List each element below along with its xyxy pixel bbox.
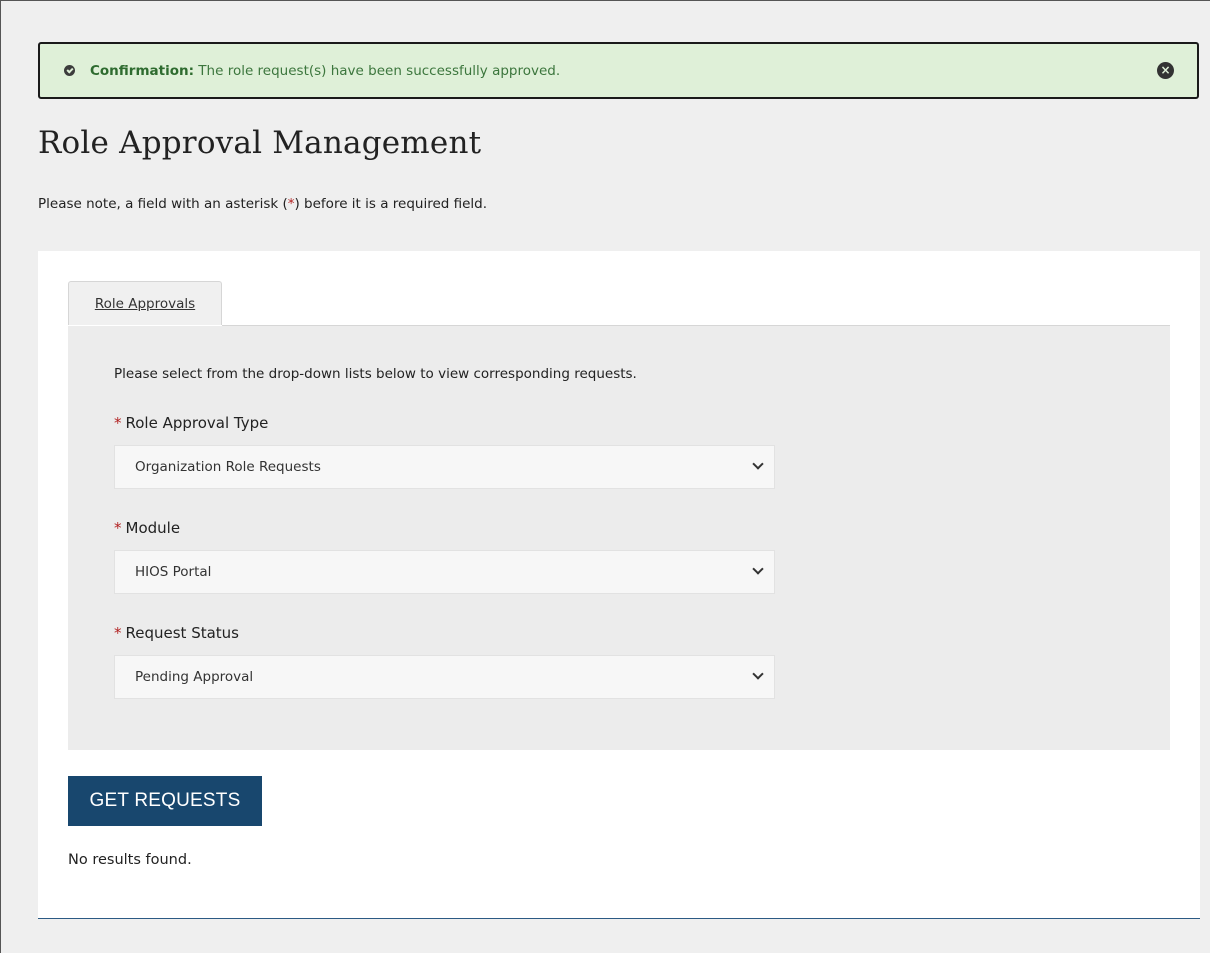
tab-label[interactable]: Role Approvals — [95, 296, 195, 312]
role-approval-type-label: * Role Approval Type — [114, 414, 269, 432]
chevron-down-icon — [752, 458, 764, 470]
select-value: Organization Role Requests — [135, 459, 321, 475]
alert-text: The role request(s) have been successful… — [194, 62, 561, 79]
page-title: Role Approval Management — [38, 125, 482, 161]
module-label: * Module — [114, 519, 181, 537]
get-requests-button[interactable]: GET REQUESTS — [68, 776, 262, 826]
note-before: Please note, a field with an asterisk ( — [38, 196, 288, 212]
request-status-select[interactable]: Pending Approval — [114, 655, 775, 699]
chevron-down-icon — [752, 563, 764, 575]
select-value: Pending Approval — [135, 669, 254, 685]
module-select[interactable]: HIOS Portal — [114, 550, 775, 594]
note-after: ) before it is a required field. — [294, 196, 488, 212]
close-circle-icon[interactable]: × — [1157, 62, 1174, 79]
role-approval-type-select[interactable]: Organization Role Requests — [114, 445, 775, 489]
main-panel: Role Approvals Please select from the dr… — [38, 251, 1200, 919]
required-note: Please note, a field with an asterisk (*… — [38, 196, 487, 212]
form-instruction: Please select from the drop-down lists b… — [114, 366, 637, 382]
tab-content: Please select from the drop-down lists b… — [68, 326, 1170, 750]
alert-message: Confirmation: The role request(s) have b… — [90, 63, 560, 79]
tab-role-approvals[interactable]: Role Approvals — [68, 281, 222, 325]
page-frame: Confirmation: The role request(s) have b… — [0, 0, 1210, 953]
results-message: No results found. — [68, 852, 192, 868]
alert-strong: Confirmation: — [90, 62, 194, 79]
confirmation-alert: Confirmation: The role request(s) have b… — [38, 42, 1199, 99]
note-asterisk: * — [287, 196, 295, 212]
request-status-label: * Request Status — [114, 624, 239, 642]
check-circle-icon — [64, 65, 75, 76]
chevron-down-icon — [752, 668, 764, 680]
select-value: HIOS Portal — [135, 564, 212, 580]
